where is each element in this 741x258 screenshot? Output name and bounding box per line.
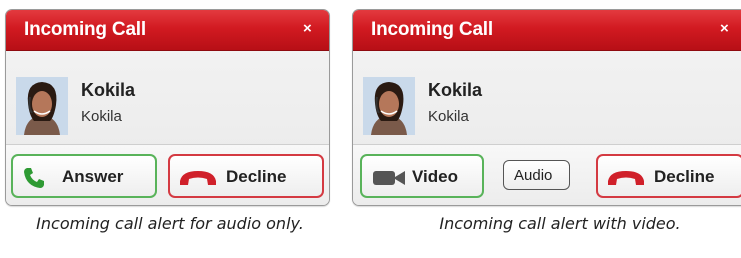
- decline-label: Decline: [226, 167, 287, 186]
- close-icon[interactable]: ×: [720, 20, 729, 37]
- alert-title: Incoming Call: [371, 19, 493, 40]
- answer-label: Answer: [62, 167, 124, 186]
- caption-video: Incoming call alert with video.: [439, 214, 681, 233]
- decline-button[interactable]: Decline: [596, 154, 741, 198]
- decline-button[interactable]: Decline: [168, 154, 324, 198]
- video-camera-icon: [373, 171, 405, 185]
- video-label: Video: [412, 167, 458, 186]
- caller-info: Kokila Kokila: [16, 77, 316, 137]
- caller-name: Kokila: [428, 80, 483, 100]
- hang-up-icon: [180, 171, 216, 185]
- incoming-call-alert-audio: Incoming Call × Kokila Kokila Answer Dec…: [5, 9, 330, 206]
- hang-up-icon: [608, 171, 644, 185]
- alert-title: Incoming Call: [24, 19, 146, 40]
- titlebar: Incoming Call ×: [353, 10, 741, 51]
- avatar: [363, 77, 415, 135]
- video-button[interactable]: Video: [360, 154, 484, 198]
- decline-label: Decline: [654, 167, 715, 186]
- incoming-call-alert-video: Incoming Call × Kokila Kokila Video Audi…: [352, 9, 741, 206]
- button-bar: Answer Decline: [6, 144, 329, 205]
- caller-subname: Kokila: [428, 108, 469, 125]
- avatar: [16, 77, 68, 135]
- answer-button[interactable]: Answer: [11, 154, 157, 198]
- phone-icon: [24, 168, 44, 188]
- audio-label: Audio: [514, 167, 553, 184]
- audio-button[interactable]: Audio: [503, 160, 570, 190]
- caption-audio: Incoming call alert for audio only.: [36, 214, 304, 233]
- caller-info: Kokila Kokila: [363, 77, 663, 137]
- caller-subname: Kokila: [81, 108, 122, 125]
- close-icon[interactable]: ×: [303, 20, 312, 37]
- titlebar: Incoming Call ×: [6, 10, 329, 51]
- button-bar: Video Audio Decline: [353, 144, 741, 205]
- caller-name: Kokila: [81, 80, 136, 100]
